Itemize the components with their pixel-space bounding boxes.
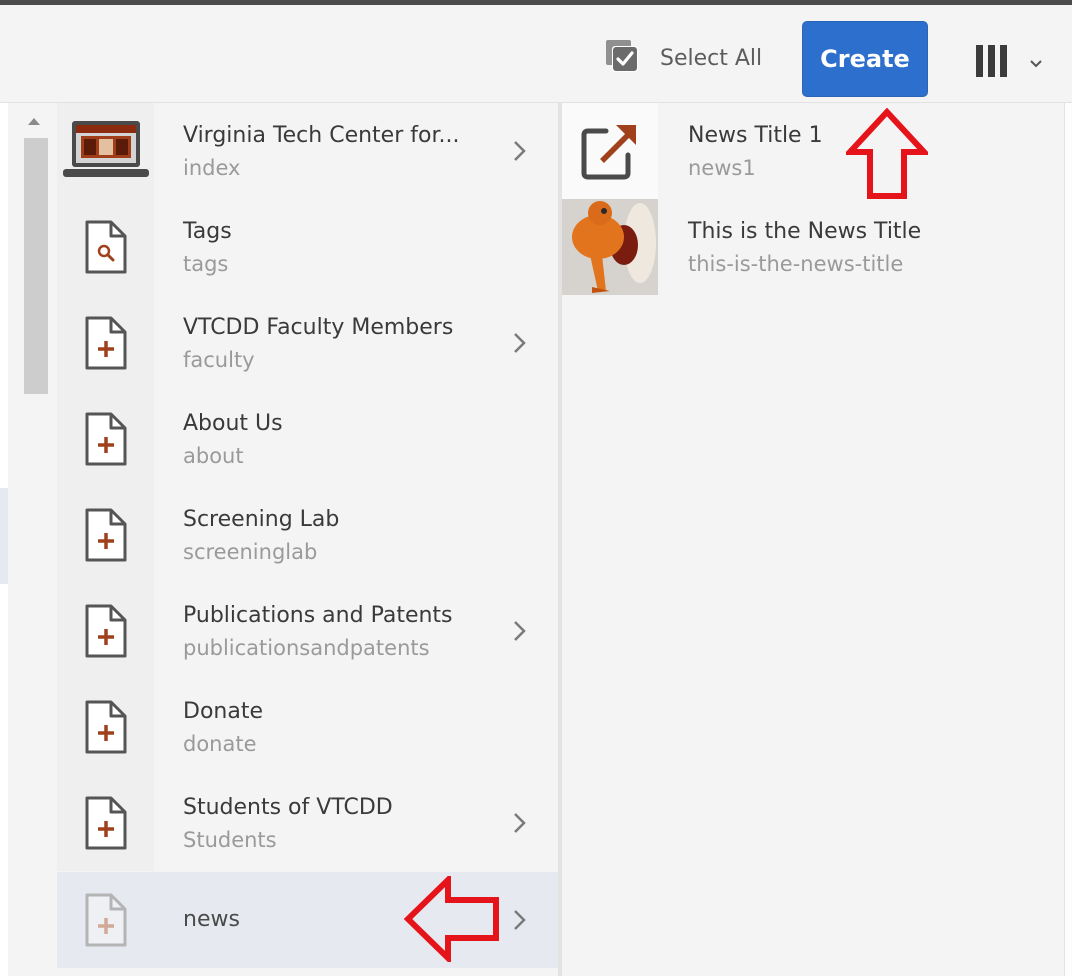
scroll-thumb[interactable] bbox=[24, 138, 48, 394]
item-title: News Title 1 bbox=[688, 123, 823, 148]
item-name: index bbox=[183, 156, 241, 180]
list-item[interactable]: Virginia Tech Center for... index bbox=[57, 103, 558, 199]
chevron-right-icon[interactable] bbox=[512, 811, 528, 839]
view-switcher[interactable] bbox=[975, 44, 1043, 82]
item-title: Publications and Patents bbox=[183, 603, 453, 628]
page-icon bbox=[57, 391, 154, 487]
up-arrow-annotation bbox=[843, 107, 931, 204]
right-edge bbox=[1064, 103, 1072, 976]
list-item[interactable]: This is the News Title this-is-the-news-… bbox=[562, 199, 1064, 295]
chevron-right-icon[interactable] bbox=[512, 331, 528, 359]
list-item[interactable]: VTCDD Faculty Members faculty bbox=[57, 295, 558, 391]
item-name: news1 bbox=[688, 156, 756, 180]
list-item[interactable]: Donate donate bbox=[57, 679, 558, 775]
select-all-label: Select All bbox=[660, 45, 763, 71]
item-name: about bbox=[183, 444, 244, 468]
item-name: screeninglab bbox=[183, 540, 318, 564]
column-browser-pane-1: Virginia Tech Center for... index Tags t… bbox=[57, 103, 558, 976]
item-title: About Us bbox=[183, 411, 283, 436]
item-name: tags bbox=[183, 252, 229, 276]
site-laptop-icon bbox=[57, 103, 154, 199]
item-title: Students of VTCDD bbox=[183, 795, 393, 820]
scrollbar[interactable] bbox=[8, 103, 57, 976]
item-name: Students bbox=[183, 828, 277, 852]
item-title: Donate bbox=[183, 699, 263, 724]
chevron-right-icon[interactable] bbox=[512, 139, 528, 167]
list-item[interactable]: News Title 1 news1 bbox=[562, 103, 1064, 199]
item-title: Screening Lab bbox=[183, 507, 340, 532]
item-name: donate bbox=[183, 732, 257, 756]
chevron-down-icon bbox=[1029, 54, 1043, 73]
item-name: publicationsandpatents bbox=[183, 636, 430, 660]
item-title: Tags bbox=[183, 219, 232, 244]
redirect-page-icon bbox=[562, 103, 658, 199]
list-item[interactable]: Students of VTCDD Students bbox=[57, 775, 558, 871]
page-icon bbox=[57, 295, 154, 391]
item-name: faculty bbox=[183, 348, 255, 372]
select-all-button[interactable]: Select All bbox=[605, 39, 763, 77]
page-icon bbox=[57, 487, 154, 583]
item-title: This is the News Title bbox=[688, 219, 922, 244]
column-browser-pane-2: News Title 1 news1 This is the News Titl… bbox=[562, 103, 1064, 976]
item-title: VTCDD Faculty Members bbox=[183, 315, 454, 340]
list-item[interactable]: About Us about bbox=[57, 391, 558, 487]
page-icon bbox=[57, 679, 154, 775]
page-icon bbox=[57, 583, 154, 679]
list-item[interactable]: Publications and Patents publicationsand… bbox=[57, 583, 558, 679]
list-item[interactable]: Tags tags bbox=[57, 199, 558, 295]
list-item[interactable]: Screening Lab screeninglab bbox=[57, 487, 558, 583]
page-icon bbox=[57, 775, 154, 871]
search-page-icon bbox=[57, 199, 154, 295]
left-arrow-annotation bbox=[403, 872, 500, 966]
create-button[interactable]: Create bbox=[802, 21, 928, 97]
chevron-right-icon[interactable] bbox=[512, 619, 528, 647]
left-rail bbox=[0, 103, 8, 976]
item-name: this-is-the-news-title bbox=[688, 252, 904, 276]
page-icon-faded bbox=[57, 872, 154, 968]
item-title: news bbox=[183, 907, 240, 932]
item-title: Virginia Tech Center for... bbox=[183, 123, 460, 148]
action-toolbar: Select All Create bbox=[0, 5, 1072, 103]
scroll-up-arrow-icon[interactable] bbox=[27, 111, 41, 130]
checkbox-icon bbox=[605, 39, 639, 77]
chevron-right-icon[interactable] bbox=[512, 908, 528, 936]
rail-selection-marker bbox=[0, 488, 8, 584]
mascot-thumbnail-image bbox=[562, 199, 658, 295]
column-view-icon bbox=[975, 44, 1009, 82]
